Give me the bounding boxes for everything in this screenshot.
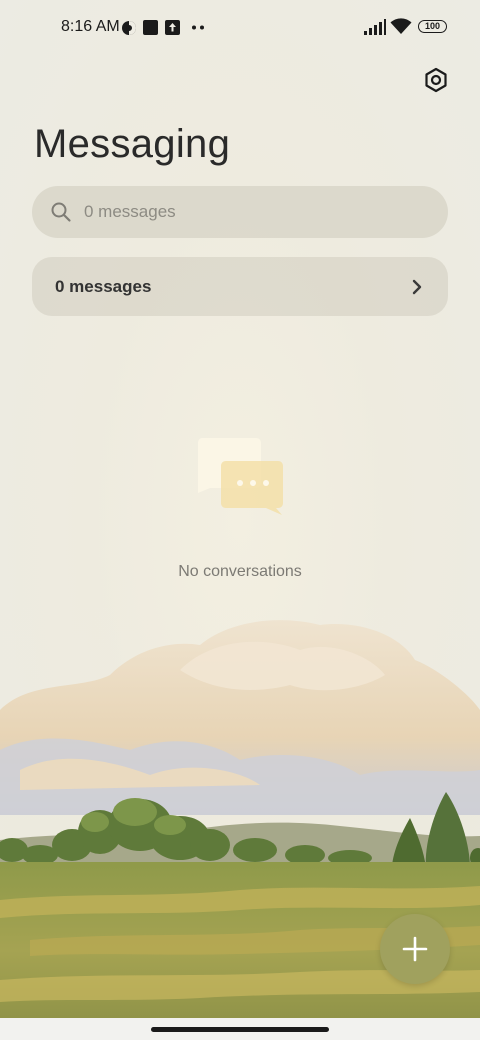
- messages-row-label: 0 messages: [55, 276, 152, 296]
- search-input[interactable]: [82, 201, 406, 223]
- chat-bubbles-icon: [198, 438, 283, 515]
- search-icon: [51, 202, 71, 222]
- status-time: 8:16 AM: [61, 18, 120, 35]
- new-conversation-button[interactable]: [380, 914, 450, 984]
- status-bar: 8:16 AM 100: [0, 0, 480, 56]
- signal-icon: [364, 19, 386, 35]
- settings-button[interactable]: [418, 62, 454, 98]
- messages-row[interactable]: 0 messages: [32, 257, 448, 316]
- battery-level: 100: [424, 21, 441, 31]
- search-bar[interactable]: [32, 186, 448, 238]
- more-dots-icon: [192, 25, 204, 30]
- wifi-icon: [390, 18, 412, 34]
- vpn-icon: [122, 21, 136, 35]
- stop-square-icon: [143, 20, 158, 35]
- empty-state-text: No conversations: [178, 563, 302, 580]
- chevron-right-icon: [412, 279, 422, 294]
- battery-icon: 100: [418, 20, 447, 33]
- plus-icon: [402, 936, 428, 962]
- page-title: Messaging: [34, 122, 231, 166]
- settings-hexagon-icon: [425, 67, 447, 93]
- home-indicator[interactable]: [151, 1027, 329, 1032]
- upload-icon: [165, 20, 180, 35]
